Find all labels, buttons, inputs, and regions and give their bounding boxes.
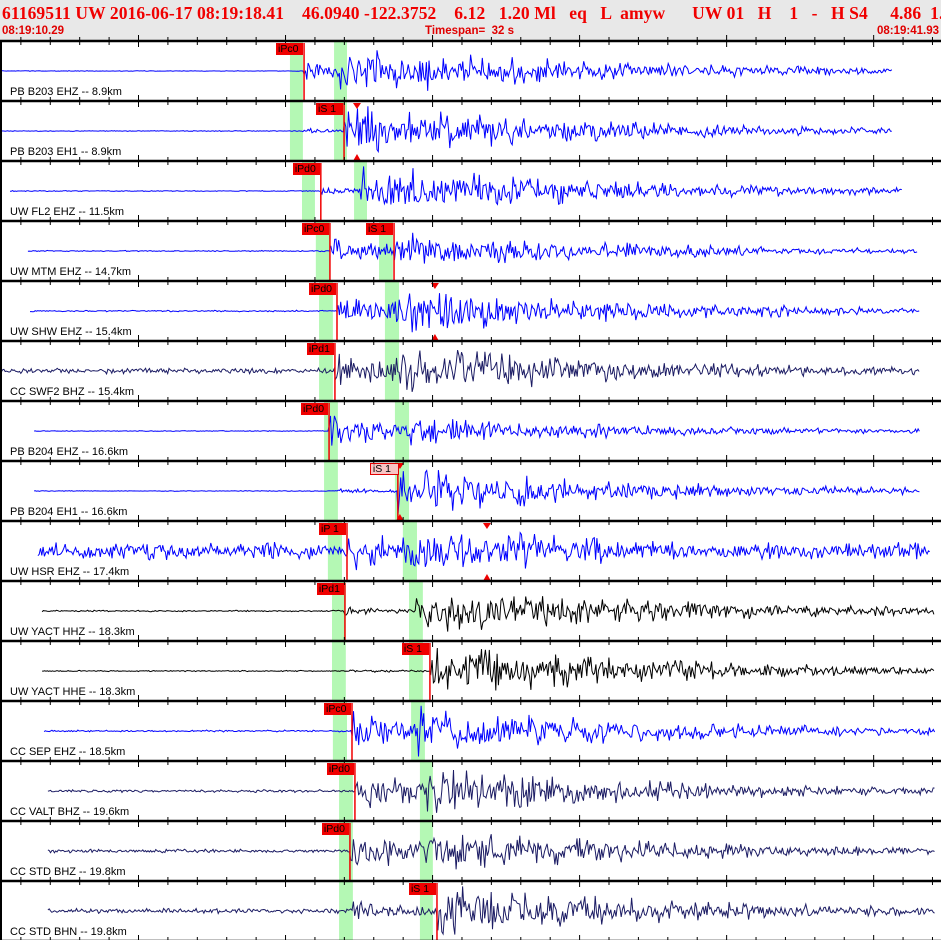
waveform-trace — [37, 531, 930, 571]
predicted-arrival-band — [402, 521, 417, 581]
waveform-trace — [0, 349, 920, 393]
station-label: CC VALT BHZ -- 19.6km — [10, 806, 130, 818]
waveform-trace — [10, 166, 902, 206]
station-label: PB B203 EH1 -- 8.9km — [10, 146, 122, 158]
waveform-trace — [47, 769, 935, 813]
pick-label[interactable]: iS 1 — [369, 463, 399, 475]
pick-label[interactable]: iPd1 — [316, 583, 344, 595]
waveform-trace — [41, 596, 935, 632]
pick-label[interactable]: iP 1 — [318, 523, 346, 535]
station-label: UW HSR EHZ -- 17.4km — [10, 566, 130, 578]
station-label: CC SEP EHZ -- 18.5km — [10, 746, 126, 758]
pick-label[interactable]: iS 1 — [316, 103, 344, 115]
station-label: UW FL2 EHZ -- 11.5km — [10, 206, 125, 218]
pick-label[interactable]: iS 1 — [408, 883, 436, 895]
waveform-trace — [43, 705, 936, 757]
predicted-arrival-band — [384, 281, 400, 341]
waveform-trace — [47, 834, 935, 870]
station-label: CC STD BHZ -- 19.8km — [10, 866, 126, 878]
waveform-trace — [34, 415, 920, 446]
pick-label[interactable]: iS 1 — [401, 643, 429, 655]
waveform-trace — [27, 232, 918, 264]
station-label: UW SHW EHZ -- 15.4km — [10, 326, 132, 338]
waveform-trace — [47, 886, 935, 936]
pick-label[interactable]: iPd0 — [301, 403, 329, 415]
seismogram-plot — [0, 35, 941, 940]
waveform-trace — [34, 469, 920, 513]
waveform-trace — [0, 106, 892, 154]
pick-label[interactable]: iPd0 — [326, 763, 354, 775]
station-label: PB B203 EHZ -- 8.9km — [10, 86, 122, 98]
amplitude-marker-top — [352, 103, 361, 109]
station-label: UW YACT HHE -- 18.3km — [10, 686, 136, 698]
waveform-trace — [0, 50, 893, 91]
station-label: CC SWF2 BHZ -- 15.4km — [10, 386, 135, 398]
waveform-trace — [30, 293, 920, 333]
station-label: UW YACT HHZ -- 18.3km — [10, 626, 135, 638]
station-label: UW MTM EHZ -- 14.7km — [10, 266, 131, 278]
station-label: CC STD BHN -- 19.8km — [10, 926, 127, 938]
pick-label[interactable]: iS 1 — [366, 223, 394, 235]
pick-label[interactable]: iPc0 — [323, 703, 351, 715]
station-label: PB B204 EH1 -- 16.6km — [10, 506, 128, 518]
pick-label[interactable]: iPc0 — [276, 43, 304, 55]
pick-label[interactable]: iPd1 — [306, 343, 334, 355]
pick-label[interactable]: iPd0 — [292, 163, 320, 175]
amplitude-marker-top — [482, 523, 491, 529]
waveform-trace — [42, 647, 935, 691]
pick-label[interactable]: iPc0 — [301, 223, 329, 235]
station-label: PB B204 EHZ -- 16.6km — [10, 446, 128, 458]
predicted-arrival-band — [419, 821, 433, 881]
pick-label[interactable]: iPd0 — [321, 823, 349, 835]
pick-label[interactable]: iPd0 — [308, 283, 336, 295]
